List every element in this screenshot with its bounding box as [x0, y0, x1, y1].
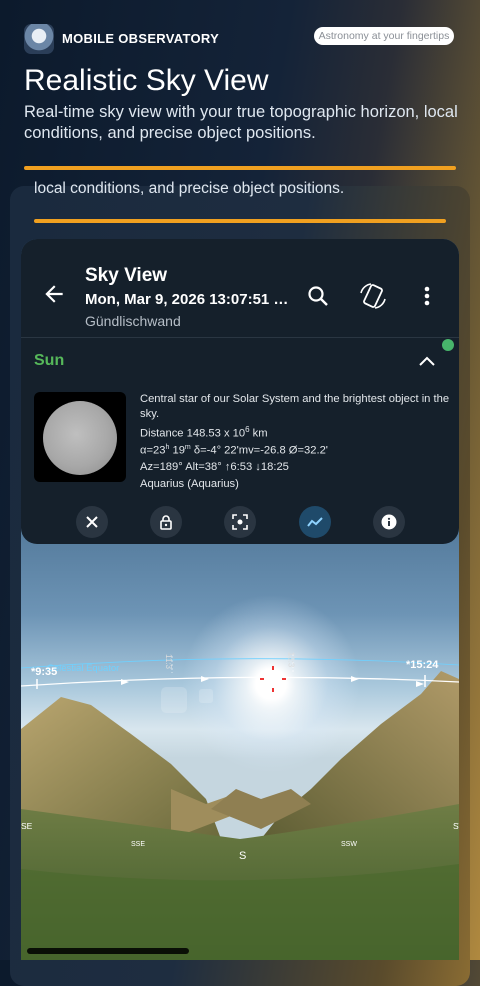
datetime-label[interactable]: Mon, Mar 9, 2026 13:07:51 … — [85, 291, 288, 308]
location-label[interactable]: Gündlischwand — [85, 313, 181, 329]
preview-divider — [34, 219, 446, 223]
object-name: Sun — [34, 352, 65, 369]
device-orientation-icon[interactable] — [357, 281, 389, 311]
trajectory-icon — [307, 517, 323, 527]
compass-sw: SW — [453, 821, 459, 831]
hour-tick-label: 13:3 — [286, 651, 296, 668]
rise-time-label: *9:35 — [31, 666, 58, 678]
check-badge-icon — [442, 339, 454, 351]
compass-ssw: SSW — [341, 841, 357, 848]
compass-sse: SSE — [131, 841, 146, 848]
center-focus-icon — [232, 514, 248, 530]
close-button[interactable] — [76, 506, 108, 538]
app-name: MOBILE OBSERVATORY — [62, 31, 220, 46]
hour-tick-label: 11:3 — [163, 654, 173, 669]
sun-marker[interactable] — [260, 666, 286, 692]
sun-image — [43, 401, 117, 475]
object-description: Central star of our Solar System and the… — [140, 393, 450, 420]
info-icon — [381, 514, 397, 530]
back-arrow-icon[interactable] — [41, 281, 67, 307]
compass-se: SE — [21, 821, 33, 831]
phone-screen: Celestial Equator *9:35 *15:24 11:3 13:3… — [21, 239, 459, 960]
constellation-line: Aquarius (Aquarius) — [140, 478, 239, 490]
hero-subtitle: Real-time sky view with your true topogr… — [24, 103, 458, 142]
preview-subtitle: local conditions, and precise object pos… — [34, 180, 345, 197]
info-button[interactable] — [373, 506, 405, 538]
object-thumbnail[interactable] — [34, 392, 126, 482]
close-icon — [86, 516, 98, 528]
chevron-up-icon[interactable] — [417, 353, 437, 369]
tagline-pill: Astronomy at your fingertips — [314, 27, 454, 45]
trajectory-button[interactable] — [299, 506, 331, 538]
app-logo — [24, 24, 54, 54]
gesture-bar — [27, 948, 189, 954]
lock-icon — [160, 515, 172, 530]
more-vert-icon[interactable] — [417, 284, 437, 308]
coordinates-line: α=23h 19m δ=-4° 22'mv=-26.8 Ø=32.2' — [140, 444, 328, 457]
search-icon[interactable] — [306, 284, 330, 308]
center-object-button[interactable] — [224, 506, 256, 538]
object-info-panel: Sky View Mon, Mar 9, 2026 13:07:51 … Gün… — [21, 239, 459, 544]
distance-line: Distance 148.53 x 106 km — [140, 425, 268, 440]
set-time-label: *15:24 — [406, 659, 439, 671]
panel-separator — [21, 337, 459, 338]
compass-s: S — [239, 850, 247, 862]
celestial-equator-label: Celestial Equator — [47, 663, 120, 674]
top-header: MOBILE OBSERVATORY Astronomy at your fin… — [0, 0, 480, 60]
az-alt-line: Az=189° Alt=38° ↑6:53 ↓18:25 — [140, 461, 289, 473]
lock-button[interactable] — [150, 506, 182, 538]
accent-divider — [24, 166, 456, 170]
hero-title: Realistic Sky View — [24, 64, 269, 97]
screen-title: Sky View — [85, 265, 168, 286]
